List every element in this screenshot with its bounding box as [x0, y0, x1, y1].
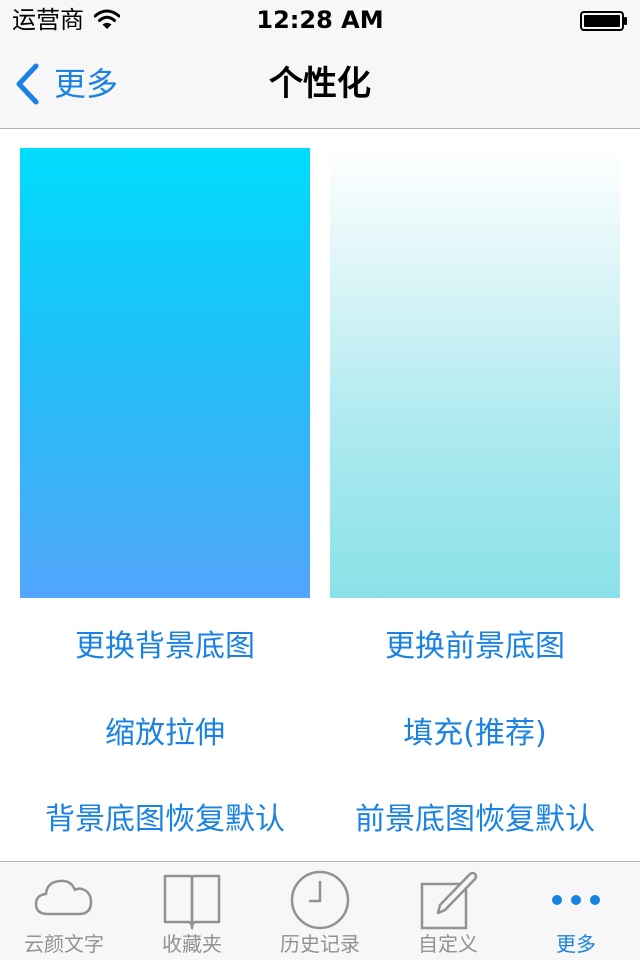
status-bar: 运营商 12:28 AM: [0, 0, 640, 40]
tab-label: 历史记录: [280, 932, 360, 956]
tab-history[interactable]: 历史记录: [256, 862, 384, 960]
reset-foreground-button[interactable]: 前景底图恢复默认: [320, 800, 630, 840]
book-icon: [163, 874, 221, 930]
change-background-button[interactable]: 更换背景底图: [10, 627, 320, 667]
tab-custom[interactable]: 自定义: [384, 862, 512, 960]
page-title: 个性化: [269, 64, 371, 104]
screen: 运营商 12:28 AM 更多 个性化 更换背景底图 更换前景底图 缩放拉伸 填…: [0, 0, 640, 960]
tab-bar: 云颜文字 收藏夹 历史记录 自定义 更多: [0, 861, 640, 960]
tab-label: 云颜文字: [24, 932, 104, 956]
fill-recommended-button[interactable]: 填充(推荐): [320, 714, 630, 754]
edit-icon: [420, 871, 478, 930]
status-time: 12:28 AM: [256, 6, 384, 34]
scale-stretch-button[interactable]: 缩放拉伸: [10, 714, 320, 754]
tab-label: 更多: [556, 932, 596, 956]
tab-label: 自定义: [418, 932, 478, 956]
tab-favorites[interactable]: 收藏夹: [128, 862, 256, 960]
navigation-bar: 更多 个性化: [0, 40, 640, 129]
more-icon: [552, 895, 600, 905]
tab-more[interactable]: 更多: [512, 862, 640, 960]
change-foreground-button[interactable]: 更换前景底图: [320, 627, 630, 667]
foreground-image-preview: [330, 148, 620, 598]
clock-icon: [290, 870, 350, 930]
reset-background-button[interactable]: 背景底图恢复默认: [10, 800, 320, 840]
tab-label: 收藏夹: [162, 932, 222, 956]
battery-icon: [580, 11, 627, 31]
background-image-preview: [20, 148, 310, 598]
tab-cloud-kaomoji[interactable]: 云颜文字: [0, 862, 128, 960]
cloud-icon: [34, 879, 93, 916]
